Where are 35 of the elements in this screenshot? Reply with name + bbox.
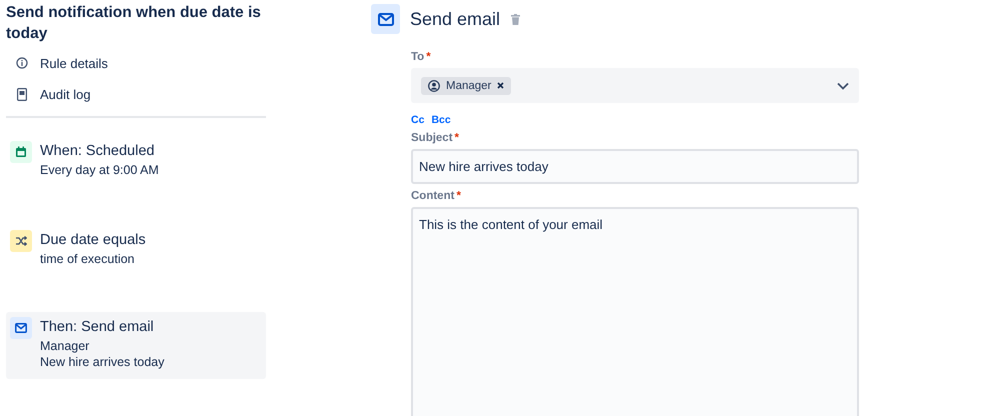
rule-step[interactable]: When: Scheduled Every day at 9:00 AM [6, 138, 266, 181]
nav-link[interactable]: Audit log [40, 86, 91, 102]
required-mark: * [454, 132, 460, 144]
step-detail: New hire arrives today [40, 354, 164, 370]
nav-link[interactable]: Rule details [40, 56, 108, 70]
step-title: Then: Send email [40, 318, 155, 337]
step-detail: Every day at 9:00 AM [40, 162, 159, 178]
recipient-link[interactable]: Bcc [431, 114, 451, 126]
shuffle-icon [15, 236, 27, 246]
mail-icon [371, 4, 400, 34]
recipient-link[interactable]: Cc [411, 114, 424, 126]
field-label: Content [411, 190, 454, 202]
recipient-select[interactable]: Manager [411, 68, 859, 103]
content-textarea[interactable]: This is the content of your email [411, 207, 859, 416]
rule-step[interactable]: Due date equals time of execution [6, 227, 266, 270]
info-icon [15, 57, 29, 69]
document-icon [15, 88, 29, 100]
calendar-icon [15, 146, 27, 158]
mail-icon [15, 323, 27, 333]
step-detail: time of execution [40, 251, 136, 267]
step-title: Due date equals [40, 231, 146, 250]
user-icon [428, 80, 440, 92]
step-title: When: Scheduled [40, 142, 156, 161]
rule-step[interactable]: Then: Send email Manager New hire arrives today [6, 312, 266, 379]
step-detail: Manager [40, 338, 90, 354]
rule-title: Send notification when due date is today [6, 3, 262, 44]
subject-input[interactable]: New hire arrives today [411, 149, 859, 184]
chevron-down-icon[interactable] [837, 82, 849, 90]
required-mark: * [426, 51, 431, 63]
close-icon[interactable] [497, 82, 504, 89]
editor-title: Send email [410, 8, 500, 30]
field-label: Subject [411, 132, 453, 144]
chip-label: Manager [446, 80, 492, 92]
field-label: To [411, 51, 424, 63]
required-mark: * [456, 190, 461, 202]
